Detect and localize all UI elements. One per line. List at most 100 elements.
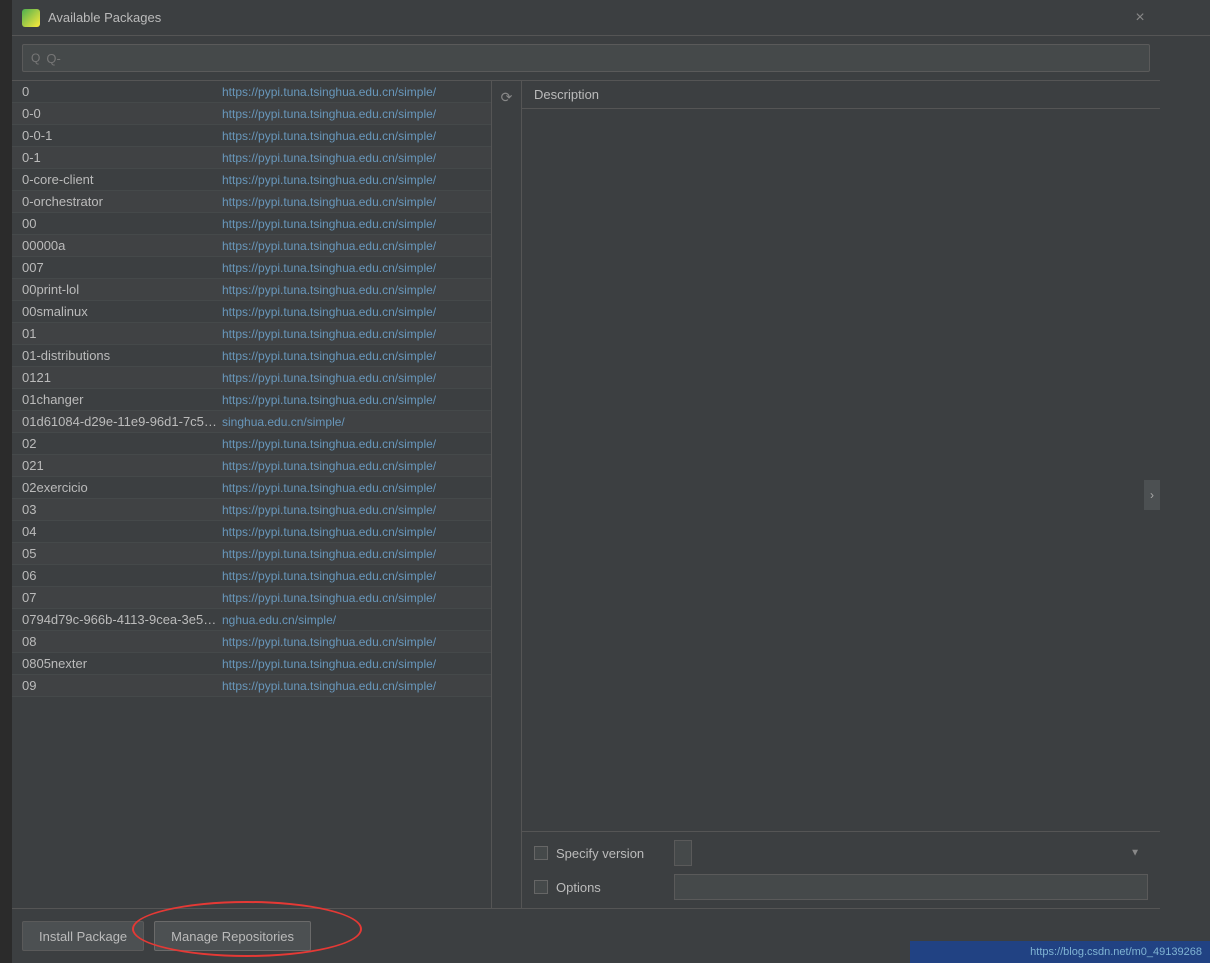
package-url: https://pypi.tuna.tsinghua.edu.cn/simple… — [222, 437, 481, 451]
package-row[interactable]: 0121https://pypi.tuna.tsinghua.edu.cn/si… — [12, 367, 491, 389]
description-content — [522, 109, 1160, 831]
package-row[interactable]: 0-orchestratorhttps://pypi.tuna.tsinghua… — [12, 191, 491, 213]
package-row[interactable]: 0-core-clienthttps://pypi.tuna.tsinghua.… — [12, 169, 491, 191]
package-url: https://pypi.tuna.tsinghua.edu.cn/simple… — [222, 85, 481, 99]
package-row[interactable]: 01-distributionshttps://pypi.tuna.tsingh… — [12, 345, 491, 367]
package-url: https://pypi.tuna.tsinghua.edu.cn/simple… — [222, 283, 481, 297]
close-button[interactable]: × — [1130, 8, 1150, 28]
specify-version-checkbox[interactable] — [534, 846, 548, 860]
package-row[interactable]: 0-0-1https://pypi.tuna.tsinghua.edu.cn/s… — [12, 125, 491, 147]
refresh-button[interactable]: ⟳ — [495, 85, 519, 109]
package-row[interactable]: 00print-lolhttps://pypi.tuna.tsinghua.ed… — [12, 279, 491, 301]
version-select[interactable] — [674, 840, 692, 866]
package-list-col[interactable]: 0https://pypi.tuna.tsinghua.edu.cn/simpl… — [12, 81, 491, 908]
package-url: https://pypi.tuna.tsinghua.edu.cn/simple… — [222, 129, 481, 143]
install-package-button[interactable]: Install Package — [22, 921, 144, 951]
version-select-wrapper — [674, 840, 1148, 866]
package-row[interactable]: 00000ahttps://pypi.tuna.tsinghua.edu.cn/… — [12, 235, 491, 257]
package-url: https://pypi.tuna.tsinghua.edu.cn/simple… — [222, 327, 481, 341]
package-name: 0121 — [22, 370, 222, 385]
list-and-refresh: 0https://pypi.tuna.tsinghua.edu.cn/simpl… — [12, 81, 521, 908]
package-row[interactable]: 01d61084-d29e-11e9-96d1-7c5cf84ffe8esing… — [12, 411, 491, 433]
package-url: https://pypi.tuna.tsinghua.edu.cn/simple… — [222, 481, 481, 495]
package-row[interactable]: 02exerciciohttps://pypi.tuna.tsinghua.ed… — [12, 477, 491, 499]
dialog-title: Available Packages — [48, 10, 161, 25]
package-url: https://pypi.tuna.tsinghua.edu.cn/simple… — [222, 459, 481, 473]
package-row[interactable]: 03https://pypi.tuna.tsinghua.edu.cn/simp… — [12, 499, 491, 521]
package-url: https://pypi.tuna.tsinghua.edu.cn/simple… — [222, 239, 481, 253]
description-expand-chevron[interactable]: › — [1144, 480, 1160, 510]
package-row[interactable]: 06https://pypi.tuna.tsinghua.edu.cn/simp… — [12, 565, 491, 587]
package-row[interactable]: 09https://pypi.tuna.tsinghua.edu.cn/simp… — [12, 675, 491, 697]
package-row[interactable]: 01https://pypi.tuna.tsinghua.edu.cn/simp… — [12, 323, 491, 345]
package-row[interactable]: 00smalinuxhttps://pypi.tuna.tsinghua.edu… — [12, 301, 491, 323]
package-name: 0805nexter — [22, 656, 222, 671]
package-name: 08 — [22, 634, 222, 649]
package-row[interactable]: 0-0https://pypi.tuna.tsinghua.edu.cn/sim… — [12, 103, 491, 125]
package-row[interactable]: 02https://pypi.tuna.tsinghua.edu.cn/simp… — [12, 433, 491, 455]
package-name: 07 — [22, 590, 222, 605]
package-url: https://pypi.tuna.tsinghua.edu.cn/simple… — [222, 217, 481, 231]
app-icon — [22, 9, 40, 27]
package-url: https://pypi.tuna.tsinghua.edu.cn/simple… — [222, 107, 481, 121]
package-name: 0-0-1 — [22, 128, 222, 143]
manage-repositories-button[interactable]: Manage Repositories — [154, 921, 311, 951]
search-bar: Q — [12, 36, 1160, 81]
status-url: https://blog.csdn.net/m0_49139268 — [1030, 946, 1202, 958]
options-checkbox[interactable] — [534, 880, 548, 894]
options-area: Specify version Options — [522, 831, 1160, 908]
package-name: 0-0 — [22, 106, 222, 121]
package-name: 0-orchestrator — [22, 194, 222, 209]
package-url: https://pypi.tuna.tsinghua.edu.cn/simple… — [222, 547, 481, 561]
description-header: Description — [522, 81, 1160, 109]
specify-version-row: Specify version — [534, 840, 1148, 866]
package-name: 09 — [22, 678, 222, 693]
package-url: https://pypi.tuna.tsinghua.edu.cn/simple… — [222, 657, 481, 671]
package-row[interactable]: 0https://pypi.tuna.tsinghua.edu.cn/simpl… — [12, 81, 491, 103]
status-bar: https://blog.csdn.net/m0_49139268 — [910, 941, 1210, 963]
package-name: 0-1 — [22, 150, 222, 165]
package-list-section: 0https://pypi.tuna.tsinghua.edu.cn/simpl… — [12, 81, 522, 908]
refresh-col: ⟳ — [491, 81, 521, 908]
options-text-input[interactable] — [674, 874, 1148, 900]
package-row[interactable]: 0-1https://pypi.tuna.tsinghua.edu.cn/sim… — [12, 147, 491, 169]
available-packages-dialog: Available Packages × Q 0https://pypi.tun… — [12, 0, 1160, 963]
package-name: 007 — [22, 260, 222, 275]
package-url: https://pypi.tuna.tsinghua.edu.cn/simple… — [222, 525, 481, 539]
package-name: 02exercicio — [22, 480, 222, 495]
options-row: Options — [534, 874, 1148, 900]
package-name: 0794d79c-966b-4113-9cea-3e5b658a7de7 — [22, 612, 222, 627]
package-row[interactable]: 04https://pypi.tuna.tsinghua.edu.cn/simp… — [12, 521, 491, 543]
package-url: https://pypi.tuna.tsinghua.edu.cn/simple… — [222, 635, 481, 649]
package-name: 01changer — [22, 392, 222, 407]
package-url: https://pypi.tuna.tsinghua.edu.cn/simple… — [222, 503, 481, 517]
search-input-wrapper[interactable]: Q — [22, 44, 1150, 72]
package-row[interactable]: 0794d79c-966b-4113-9cea-3e5b658a7de7nghu… — [12, 609, 491, 631]
package-row[interactable]: 08https://pypi.tuna.tsinghua.edu.cn/simp… — [12, 631, 491, 653]
package-row[interactable]: 07https://pypi.tuna.tsinghua.edu.cn/simp… — [12, 587, 491, 609]
package-url: https://pypi.tuna.tsinghua.edu.cn/simple… — [222, 569, 481, 583]
package-url: singhua.edu.cn/simple/ — [222, 415, 481, 429]
package-name: 01d61084-d29e-11e9-96d1-7c5cf84ffe8e — [22, 414, 222, 429]
package-row[interactable]: 00https://pypi.tuna.tsinghua.edu.cn/simp… — [12, 213, 491, 235]
package-url: https://pypi.tuna.tsinghua.edu.cn/simple… — [222, 261, 481, 275]
package-name: 01 — [22, 326, 222, 341]
package-name: 0-core-client — [22, 172, 222, 187]
package-name: 0 — [22, 84, 222, 99]
options-label: Options — [556, 880, 666, 895]
package-row[interactable]: 01changerhttps://pypi.tuna.tsinghua.edu.… — [12, 389, 491, 411]
package-row[interactable]: 007https://pypi.tuna.tsinghua.edu.cn/sim… — [12, 257, 491, 279]
content-area: 0https://pypi.tuna.tsinghua.edu.cn/simpl… — [12, 81, 1160, 908]
package-url: https://pypi.tuna.tsinghua.edu.cn/simple… — [222, 371, 481, 385]
search-input[interactable] — [46, 51, 1141, 66]
specify-version-label: Specify version — [556, 846, 666, 861]
package-row[interactable]: 0805nexterhttps://pypi.tuna.tsinghua.edu… — [12, 653, 491, 675]
package-name: 03 — [22, 502, 222, 517]
package-name: 02 — [22, 436, 222, 451]
title-bar: Available Packages × — [12, 0, 1160, 36]
package-url: https://pypi.tuna.tsinghua.edu.cn/simple… — [222, 151, 481, 165]
package-url: https://pypi.tuna.tsinghua.edu.cn/simple… — [222, 305, 481, 319]
package-row[interactable]: 05https://pypi.tuna.tsinghua.edu.cn/simp… — [12, 543, 491, 565]
package-name: 01-distributions — [22, 348, 222, 363]
package-row[interactable]: 021https://pypi.tuna.tsinghua.edu.cn/sim… — [12, 455, 491, 477]
